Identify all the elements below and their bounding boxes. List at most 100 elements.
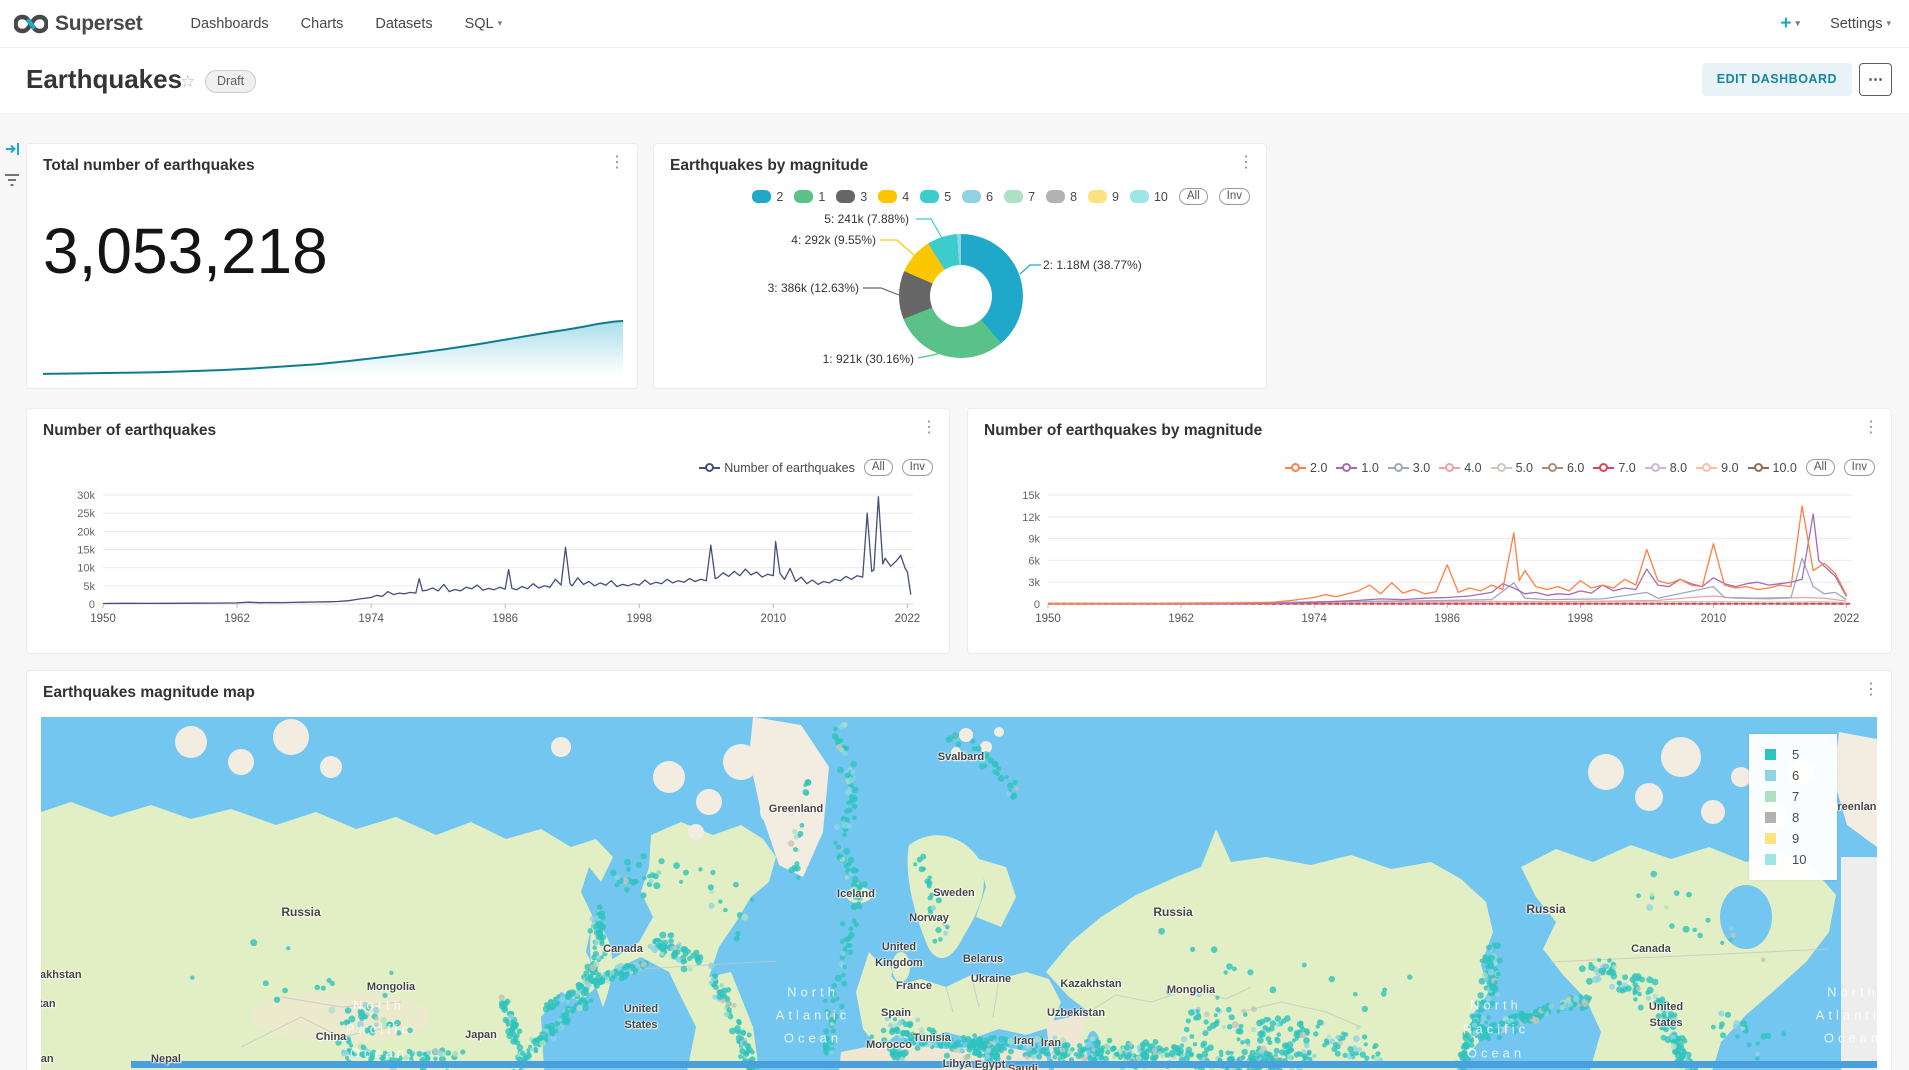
world-map[interactable]: RussiaMongoliaChinaJapanKazakhstanPakist… [41,717,1877,1070]
favorite-star-icon[interactable]: ☆ [180,72,195,92]
pie-slice-label: 5: 241k (7.88%) [824,212,909,226]
map-legend-item-9[interactable]: 9 [1765,828,1837,849]
edit-dashboard-button[interactable]: EDIT DASHBOARD [1702,63,1852,96]
legend-item-10[interactable]: 10 [1130,190,1168,204]
legend-item-2.0[interactable]: 2.0 [1285,461,1327,475]
legend-label: 1 [818,190,825,204]
svg-text:10k: 10k [77,563,95,575]
series-marker-icon [699,463,720,473]
nav-item-dashboards[interactable]: Dashboards [174,16,284,32]
map-legend-item-7[interactable]: 7 [1765,786,1837,807]
svg-text:30k: 30k [77,490,95,502]
legend-item-1.0[interactable]: 1.0 [1336,461,1378,475]
legend-item-2[interactable]: 2 [752,190,783,204]
series-marker-icon [1491,463,1512,473]
legend-item-4[interactable]: 4 [878,190,909,204]
donut-chart[interactable] [899,234,1023,358]
legend-item-1[interactable]: 1 [794,190,825,204]
svg-text:1998: 1998 [626,613,652,625]
legend-label: 4.0 [1464,461,1481,475]
chart-title: Number of earthquakes by magnitude [984,422,1262,440]
legend-label: 2 [776,190,783,204]
svg-text:6k: 6k [1028,555,1040,567]
series-marker-icon [1439,463,1460,473]
map-legend-swatch [1765,770,1776,781]
series-marker-icon [1593,463,1614,473]
legend-item-5.0[interactable]: 5.0 [1491,461,1533,475]
legend-item-6[interactable]: 6 [962,190,993,204]
kebab-menu-icon[interactable]: ⋮ [1863,681,1879,699]
legend-swatch [962,190,981,203]
legend-item-3[interactable]: 3 [836,190,867,204]
legend-inv-button[interactable]: Inv [902,459,933,476]
legend-item-number-of-earthquakes[interactable]: Number of earthquakes [699,461,855,475]
map-legend-label: 9 [1792,831,1799,846]
legend-label: 7 [1028,190,1035,204]
svg-text:0: 0 [1034,599,1040,611]
chart-title: Number of earthquakes [43,422,216,440]
pie-legend: 2 1 3 4 5 6 789 10 All Inv [752,188,1250,205]
pie-slice-label: 1: 921k (30.16%) [823,352,914,366]
map-legend-label: 7 [1792,789,1799,804]
new-item-button[interactable]: +▾ [1780,13,1800,35]
series-marker-icon [1645,463,1666,473]
kebab-menu-icon[interactable]: ⋮ [1863,419,1879,437]
legend-label: 4 [902,190,909,204]
legend-item-6.0[interactable]: 6.0 [1542,461,1584,475]
legend-item-10.0[interactable]: 10.0 [1748,461,1797,475]
legend-label: 5 [944,190,951,204]
map-legend-swatch [1765,833,1776,844]
top-nav: Superset Dashboards Charts Datasets SQL▾… [0,0,1909,48]
dashboard-more-button[interactable]: ⋯ [1859,63,1892,96]
svg-text:2022: 2022 [895,613,921,625]
filter-icon[interactable] [4,172,20,193]
series-marker-icon [1336,463,1357,473]
map-canvas [41,717,1877,1070]
legend-item-5[interactable]: 5 [920,190,951,204]
legend-label: 10 [1154,190,1168,204]
map-legend-item-6[interactable]: 6 [1765,765,1837,786]
pie-slice-label: 4: 292k (9.55%) [791,233,876,247]
expand-filter-bar-icon[interactable] [5,141,21,162]
series-marker-icon [1542,463,1563,473]
map-legend-item-10[interactable]: 10 [1765,849,1837,870]
nav-item-datasets[interactable]: Datasets [359,16,448,32]
legend-item-8.0[interactable]: 8.0 [1645,461,1687,475]
legend-label: 3 [860,190,867,204]
legend-item-4.0[interactable]: 4.0 [1439,461,1481,475]
legend-item-7.0[interactable]: 7.0 [1593,461,1635,475]
svg-text:2022: 2022 [1834,613,1860,625]
nav-item-sql[interactable]: SQL▾ [449,16,519,32]
map-legend-label: 6 [1792,768,1799,783]
map-legend-item-5[interactable]: 5 [1765,744,1837,765]
settings-menu[interactable]: Settings▾ [1830,16,1891,32]
trendline-chart [43,317,623,381]
legend-all-button[interactable]: All [1179,188,1208,205]
legend-item-9.0[interactable]: 9.0 [1696,461,1738,475]
legend-all-button[interactable]: All [1806,459,1835,476]
svg-text:5k: 5k [83,581,95,593]
svg-text:1962: 1962 [224,613,250,625]
legend-label: 6 [986,190,993,204]
nav-item-charts[interactable]: Charts [285,16,360,32]
kebab-menu-icon[interactable]: ⋮ [1238,154,1254,172]
svg-text:1974: 1974 [1301,613,1327,625]
legend-item-3.0[interactable]: 3.0 [1388,461,1430,475]
kebab-menu-icon[interactable]: ⋮ [609,154,625,172]
line-legend: Number of earthquakes All Inv [699,459,933,476]
legend-swatch [1088,190,1107,203]
legend-item-7[interactable]: 7 [1004,190,1035,204]
map-legend-label: 10 [1792,852,1806,867]
chevron-down-icon: ▾ [1796,18,1801,28]
legend-all-button[interactable]: All [864,459,893,476]
legend-inv-button[interactable]: Inv [1219,188,1250,205]
legend-inv-button[interactable]: Inv [1844,459,1875,476]
legend-item-8[interactable]: 8 [1046,190,1077,204]
legend-swatch [1004,190,1023,203]
kebab-menu-icon[interactable]: ⋮ [921,419,937,437]
chart-title: Earthquakes by magnitude [670,157,868,175]
legend-item-9[interactable]: 9 [1088,190,1119,204]
map-legend-item-8[interactable]: 8 [1765,807,1837,828]
legend-label: 6.0 [1567,461,1584,475]
superset-logo[interactable]: Superset [14,12,142,36]
